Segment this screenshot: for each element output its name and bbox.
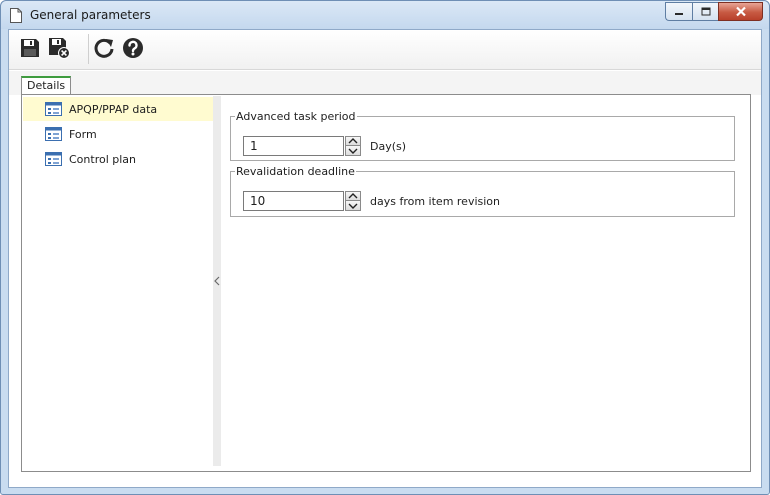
tree-item-apqp-ppap-data[interactable]: APQP/PPAP data [23,97,213,121]
tree-item-control-plan[interactable]: Control plan [23,147,213,171]
tab-details[interactable]: Details [21,76,72,96]
refresh-button[interactable] [92,36,116,60]
tree-item-label: Form [69,127,97,141]
chevron-left-icon[interactable] [214,276,220,286]
form-list-icon [45,152,62,166]
spin-down-button[interactable] [345,146,361,156]
window: General parameters Details APQP/PPAP dat… [0,0,770,495]
advanced-task-period-input[interactable] [243,136,344,156]
chevron-down-icon [348,203,358,209]
advanced-task-period-legend: Advanced task period [236,110,356,123]
save-and-close-button[interactable] [47,36,71,60]
spin-up-button[interactable] [345,136,361,146]
panel-splitter[interactable] [213,96,221,466]
close-icon [735,6,746,17]
navigation-tree: APQP/PPAP data Form Control plan [23,96,213,466]
chevron-down-icon [348,148,358,154]
chevron-up-icon [348,138,358,144]
advanced-task-period-unit: Day(s) [370,139,407,153]
title-bar[interactable]: General parameters [1,1,769,29]
save-button[interactable] [18,36,42,60]
minimize-icon [675,12,683,15]
minimize-button[interactable] [665,2,692,21]
advanced-task-period-group: Advanced task period Day(s) [230,111,735,161]
maximize-button[interactable] [692,2,718,21]
chevron-up-icon [348,193,358,199]
floppy-disk-icon [21,39,39,57]
document-icon [10,8,22,23]
revalidation-deadline-input[interactable] [243,191,344,211]
form-list-icon [45,127,62,141]
content-area: Advanced task period Day(s) [221,95,750,471]
refresh-icon [94,38,114,58]
client-area: Details APQP/PPAP data Form Control plan… [8,29,762,488]
floppy-disk-close-icon [49,38,70,59]
spin-down-button[interactable] [345,201,361,211]
help-button[interactable] [121,36,145,60]
revalidation-deadline-spinner [345,191,361,211]
tab-strip: Details [9,71,761,96]
revalidation-deadline-legend: Revalidation deadline [236,165,355,178]
toolbar-separator [88,34,89,64]
close-button[interactable] [718,2,763,21]
maximize-icon [701,7,710,16]
revalidation-deadline-unit: days from item revision [370,194,501,208]
toolbar [9,30,761,70]
advanced-task-period-spinner [345,136,361,156]
spin-up-button[interactable] [345,191,361,201]
window-title: General parameters [30,8,151,22]
tree-item-form[interactable]: Form [23,122,213,146]
help-icon [123,38,143,58]
form-list-icon [45,102,62,116]
tree-item-label: Control plan [69,152,137,166]
details-panel: APQP/PPAP data Form Control plan Advance… [21,94,751,472]
revalidation-deadline-group: Revalidation deadline days from item rev… [230,166,735,217]
tree-item-label: APQP/PPAP data [69,102,158,116]
